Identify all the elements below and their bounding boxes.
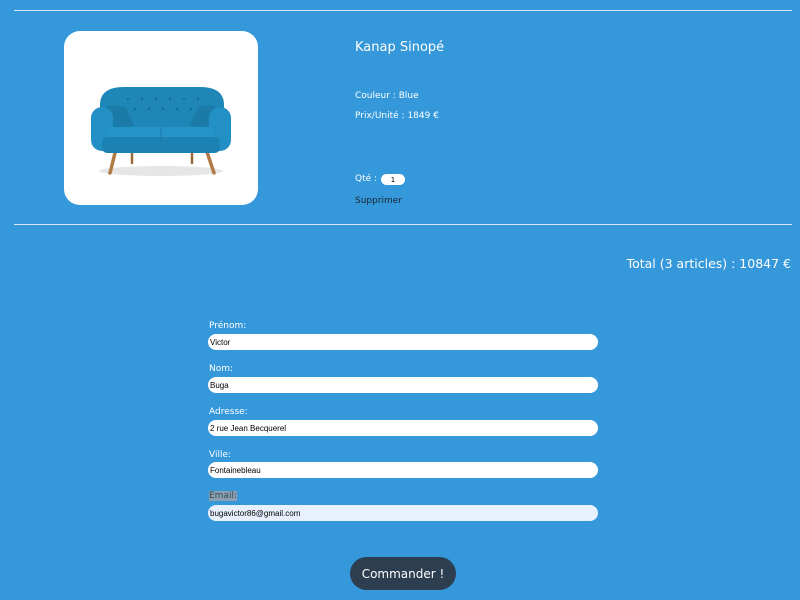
address-input[interactable]: [208, 420, 598, 436]
first-name-input[interactable]: [208, 334, 598, 350]
delete-item-button[interactable]: Supprimer: [355, 196, 402, 206]
city-label: Ville:: [209, 450, 232, 460]
city-input[interactable]: [208, 462, 598, 478]
product-color: Couleur : Blue: [355, 91, 419, 101]
first-name-label: Prénom:: [209, 321, 247, 331]
last-name-label: Nom:: [209, 364, 234, 374]
cart-divider: [14, 224, 792, 225]
email-input[interactable]: [208, 505, 598, 521]
product-name: Kanap Sinopé: [355, 40, 445, 55]
address-label: Adresse:: [209, 407, 248, 417]
sofa-image: [91, 87, 231, 176]
quantity-label: Qté :: [355, 174, 378, 184]
quantity-input[interactable]: [381, 174, 405, 185]
top-divider: [14, 10, 792, 11]
order-submit-button[interactable]: Commander !: [350, 557, 456, 590]
product-image: [64, 31, 258, 205]
last-name-input[interactable]: [208, 377, 598, 393]
email-label: Email:: [209, 491, 238, 501]
cart-total: Total (3 articles) : 10847 €: [626, 256, 791, 271]
product-unit-price: Prix/Unité : 1849 €: [355, 111, 439, 121]
